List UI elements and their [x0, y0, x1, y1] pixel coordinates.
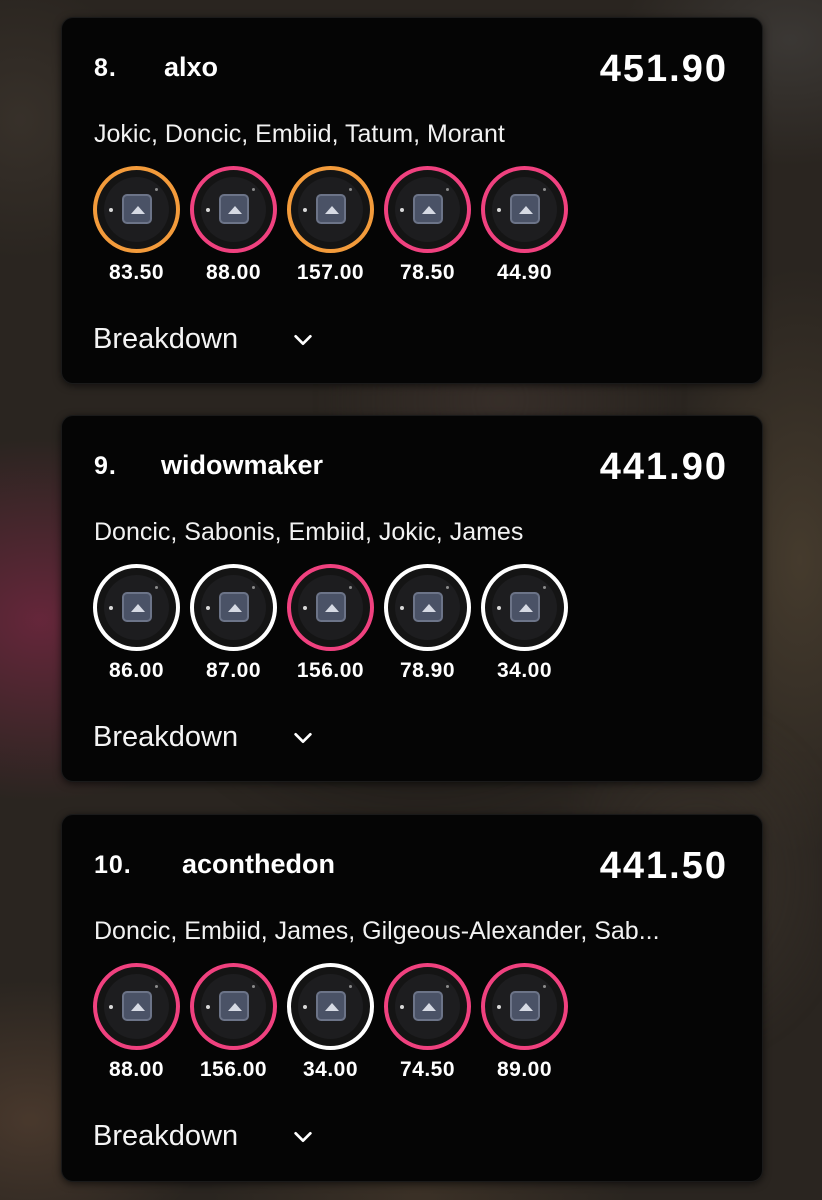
entry-rank: 10. — [94, 851, 132, 879]
chevron-down-icon — [294, 334, 312, 345]
player-avatar[interactable] — [93, 963, 180, 1050]
breakdown-label: Breakdown — [93, 323, 239, 355]
player-pick[interactable]: 86.00 — [93, 564, 180, 683]
leaderboard-entry: 8. alxo 451.90 Jokic, Doncic, Embiid, Ta… — [61, 17, 763, 384]
player-pick[interactable]: 34.00 — [287, 963, 374, 1082]
breakdown-toggle[interactable]: Breakdown — [93, 1120, 314, 1153]
entry-total-score: 441.50 — [599, 845, 728, 887]
player-pick[interactable]: 34.00 — [481, 564, 568, 683]
entry-total-score: 441.90 — [599, 446, 728, 488]
player-score: 156.00 — [296, 659, 365, 682]
player-pick[interactable]: 83.50 — [93, 166, 180, 285]
player-score: 157.00 — [296, 261, 365, 284]
image-placeholder-icon — [122, 194, 152, 224]
player-pick[interactable]: 87.00 — [190, 564, 277, 683]
image-placeholder-icon — [510, 991, 540, 1021]
player-score: 89.00 — [496, 1058, 553, 1081]
player-score: 88.00 — [108, 1058, 165, 1081]
image-placeholder-icon — [122, 592, 152, 622]
player-pick[interactable]: 88.00 — [93, 963, 180, 1082]
player-score: 34.00 — [496, 659, 553, 682]
breakdown-label: Breakdown — [93, 721, 239, 753]
entry-player-list: Doncic, Embiid, James, Gilgeous-Alexande… — [94, 917, 660, 945]
player-pick[interactable]: 44.90 — [481, 166, 568, 285]
player-avatar[interactable] — [287, 963, 374, 1050]
breakdown-toggle[interactable]: Breakdown — [93, 721, 314, 754]
image-placeholder-icon — [413, 991, 443, 1021]
player-pick[interactable]: 157.00 — [287, 166, 374, 285]
player-avatar[interactable] — [287, 564, 374, 651]
breakdown-toggle[interactable]: Breakdown — [93, 323, 314, 356]
player-score: 156.00 — [199, 1058, 268, 1081]
player-score: 44.90 — [496, 261, 553, 284]
player-avatar[interactable] — [93, 564, 180, 651]
player-avatar[interactable] — [481, 564, 568, 651]
entry-picks: 83.50 88.00 157.00 78.50 44.90 — [93, 166, 578, 285]
image-placeholder-icon — [413, 592, 443, 622]
chevron-down-icon — [294, 1131, 312, 1142]
entry-player-list: Doncic, Sabonis, Embiid, Jokic, James — [94, 518, 524, 546]
image-placeholder-icon — [316, 592, 346, 622]
entry-total-score: 451.90 — [599, 48, 728, 90]
leaderboard-entry: 9. widowmaker 441.90 Doncic, Sabonis, Em… — [61, 415, 763, 782]
player-score: 78.90 — [399, 659, 456, 682]
entry-username[interactable]: widowmaker — [161, 450, 323, 481]
image-placeholder-icon — [510, 592, 540, 622]
image-placeholder-icon — [219, 991, 249, 1021]
entry-username[interactable]: alxo — [164, 52, 218, 83]
player-avatar[interactable] — [481, 963, 568, 1050]
player-score: 78.50 — [399, 261, 456, 284]
player-avatar[interactable] — [481, 166, 568, 253]
image-placeholder-icon — [316, 991, 346, 1021]
entry-player-list: Jokic, Doncic, Embiid, Tatum, Morant — [94, 120, 505, 148]
player-score: 34.00 — [302, 1058, 359, 1081]
player-avatar[interactable] — [190, 166, 277, 253]
player-pick[interactable]: 156.00 — [190, 963, 277, 1082]
image-placeholder-icon — [316, 194, 346, 224]
player-pick[interactable]: 88.00 — [190, 166, 277, 285]
player-avatar[interactable] — [287, 166, 374, 253]
breakdown-label: Breakdown — [93, 1120, 239, 1152]
chevron-down-icon — [294, 732, 312, 743]
player-pick[interactable]: 78.90 — [384, 564, 471, 683]
image-placeholder-icon — [219, 592, 249, 622]
player-avatar[interactable] — [93, 166, 180, 253]
player-score: 88.00 — [205, 261, 262, 284]
player-avatar[interactable] — [384, 564, 471, 651]
image-placeholder-icon — [413, 194, 443, 224]
player-pick[interactable]: 78.50 — [384, 166, 471, 285]
player-score: 83.50 — [108, 261, 165, 284]
entry-picks: 88.00 156.00 34.00 74.50 89.00 — [93, 963, 578, 1082]
player-avatar[interactable] — [190, 963, 277, 1050]
leaderboard-entry: 10. aconthedon 441.50 Doncic, Embiid, Ja… — [61, 814, 763, 1182]
image-placeholder-icon — [219, 194, 249, 224]
entry-rank: 9. — [94, 452, 117, 480]
player-avatar[interactable] — [384, 963, 471, 1050]
player-score: 74.50 — [399, 1058, 456, 1081]
player-pick[interactable]: 156.00 — [287, 564, 374, 683]
player-score: 87.00 — [205, 659, 262, 682]
entry-username[interactable]: aconthedon — [182, 849, 335, 880]
player-pick[interactable]: 89.00 — [481, 963, 568, 1082]
image-placeholder-icon — [122, 991, 152, 1021]
player-avatar[interactable] — [384, 166, 471, 253]
player-avatar[interactable] — [190, 564, 277, 651]
entry-rank: 8. — [94, 54, 117, 82]
player-score: 86.00 — [108, 659, 165, 682]
image-placeholder-icon — [510, 194, 540, 224]
player-pick[interactable]: 74.50 — [384, 963, 471, 1082]
entry-picks: 86.00 87.00 156.00 78.90 34.00 — [93, 564, 578, 683]
